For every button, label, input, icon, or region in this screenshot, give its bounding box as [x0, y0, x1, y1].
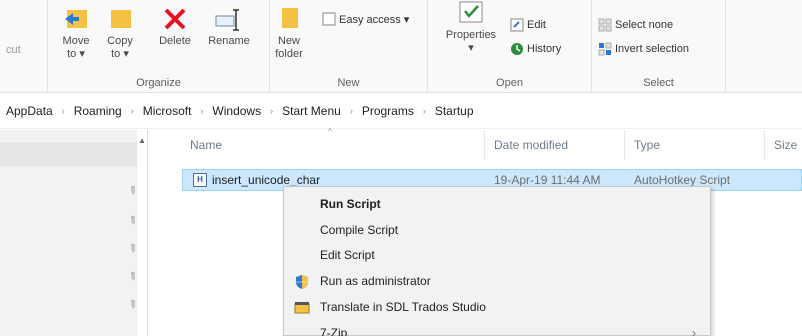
- move-to-button[interactable]: Move to ▾: [56, 6, 96, 61]
- breadcrumb-separator[interactable]: ›: [416, 106, 433, 116]
- history-icon: [510, 42, 524, 56]
- column-header-size[interactable]: Size: [774, 138, 797, 152]
- breadcrumb-programs[interactable]: Programs: [360, 104, 416, 118]
- new-folder-label: New folder: [275, 35, 303, 60]
- menu-item-run-script[interactable]: Run Script: [284, 192, 710, 217]
- move-to-label: Move to ▾: [62, 35, 90, 60]
- delete-icon: [160, 6, 190, 32]
- open-group: Properties ▾ Edit History Open: [428, 0, 592, 93]
- column-header-name[interactable]: Name: [190, 138, 222, 152]
- history-label: History: [527, 43, 562, 55]
- rename-label: Rename: [208, 35, 250, 47]
- breadcrumb-separator[interactable]: ›: [343, 106, 360, 116]
- select-none-button[interactable]: Select none: [598, 18, 673, 32]
- menu-item-run-script-label: Run Script: [320, 197, 381, 211]
- breadcrumb-separator[interactable]: ›: [124, 106, 141, 116]
- column-header-type[interactable]: Type: [634, 138, 660, 152]
- breadcrumb-start-menu[interactable]: Start Menu: [280, 104, 343, 118]
- breadcrumb-separator[interactable]: ›: [55, 106, 72, 116]
- new-group-label: New: [337, 77, 360, 89]
- properties-dropdown-arrow[interactable]: ▾: [440, 42, 502, 55]
- submenu-arrow-icon: ›: [692, 326, 696, 336]
- breadcrumb-separator[interactable]: ›: [193, 106, 210, 116]
- paste-shortcut-label[interactable]: cut: [6, 44, 21, 57]
- move-to-icon: [61, 6, 91, 32]
- uac-shield-icon: [294, 274, 310, 290]
- column-header-date-modified[interactable]: Date modified: [494, 138, 568, 152]
- column-divider[interactable]: [484, 130, 485, 160]
- new-folder-icon: [274, 6, 304, 32]
- easy-access-icon: [322, 12, 336, 26]
- easy-access-label: Easy access ▾: [339, 13, 410, 26]
- invert-selection-button[interactable]: Invert selection: [598, 42, 689, 56]
- scroll-up-icon[interactable]: ▲: [138, 136, 146, 145]
- breadcrumb-appdata[interactable]: AppData: [4, 104, 55, 118]
- file-date-modified: 19-Apr-19 11:44 AM: [494, 173, 601, 187]
- rename-icon: [214, 6, 244, 32]
- ahk-script-icon: H: [193, 173, 207, 187]
- context-menu: Run Script Compile Script Edit Script Ru…: [283, 186, 711, 336]
- open-group-label: Open: [496, 77, 523, 89]
- breadcrumb-roaming[interactable]: Roaming: [72, 104, 124, 118]
- menu-item-translate-sdl-trados[interactable]: Translate in SDL Trados Studio: [284, 295, 710, 320]
- copy-to-icon: [105, 6, 135, 32]
- properties-label: Properties: [445, 29, 497, 41]
- breadcrumb-windows[interactable]: Windows: [210, 104, 263, 118]
- select-group-label: Select: [643, 77, 674, 89]
- menu-item-run-as-administrator-label: Run as administrator: [320, 274, 431, 288]
- new-folder-button[interactable]: New folder: [272, 6, 306, 61]
- organize-group-label: Organize: [136, 77, 181, 89]
- invert-selection-icon: [598, 42, 612, 56]
- breadcrumb-separator[interactable]: ›: [263, 106, 280, 116]
- copy-to-label: Copy to ▾: [107, 35, 133, 60]
- edit-label: Edit: [527, 19, 546, 31]
- nav-scrollbar[interactable]: ▲: [137, 130, 147, 336]
- sdl-trados-icon: [294, 300, 310, 316]
- breadcrumb-microsoft[interactable]: Microsoft: [141, 104, 194, 118]
- address-bar[interactable]: AppData › Roaming › Microsoft › Windows …: [0, 93, 802, 129]
- edit-button[interactable]: Edit: [510, 18, 546, 32]
- select-group: Select none Invert selection Select: [592, 0, 726, 93]
- menu-item-edit-script-label: Edit Script: [320, 248, 375, 262]
- ribbon: cut Move to ▾ Copy to ▾ Delete Rename Or…: [0, 0, 802, 93]
- breadcrumb-startup[interactable]: Startup: [433, 104, 476, 118]
- properties-icon: [456, 0, 486, 26]
- menu-item-compile-script-label: Compile Script: [320, 223, 399, 237]
- menu-item-7zip-label: 7-Zip: [320, 326, 348, 336]
- file-name[interactable]: insert_unicode_char: [212, 173, 320, 187]
- column-divider[interactable]: [764, 130, 765, 160]
- select-none-icon: [598, 18, 612, 32]
- easy-access-button[interactable]: Easy access ▾: [322, 12, 409, 26]
- rename-button[interactable]: Rename: [200, 6, 258, 48]
- delete-label: Delete: [159, 35, 191, 47]
- new-group: New folder Easy access ▾ New: [270, 0, 428, 93]
- edit-icon: [510, 18, 524, 32]
- menu-item-run-as-administrator[interactable]: Run as administrator: [284, 269, 710, 294]
- sort-ascending-icon: ^: [328, 127, 332, 136]
- nav-selected-item[interactable]: [0, 142, 138, 166]
- navigation-pane[interactable]: ✎ ✎ ✎ ✎ ✎ ▲: [0, 130, 148, 336]
- menu-item-translate-sdl-trados-label: Translate in SDL Trados Studio: [320, 300, 486, 314]
- column-divider[interactable]: [624, 130, 625, 160]
- menu-item-edit-script[interactable]: Edit Script: [284, 243, 710, 268]
- clipboard-group: cut: [0, 0, 48, 93]
- organize-group: Move to ▾ Copy to ▾ Delete Rename Organi…: [48, 0, 270, 93]
- file-type: AutoHotkey Script: [634, 173, 731, 187]
- invert-selection-label: Invert selection: [615, 43, 689, 55]
- copy-to-button[interactable]: Copy to ▾: [102, 6, 138, 61]
- menu-item-compile-script[interactable]: Compile Script: [284, 218, 710, 243]
- select-none-label: Select none: [615, 19, 674, 31]
- history-button[interactable]: History: [510, 42, 561, 56]
- menu-item-7zip[interactable]: 7-Zip ›: [284, 321, 710, 336]
- delete-button[interactable]: Delete: [152, 6, 198, 48]
- properties-button[interactable]: Properties ▾: [440, 0, 502, 55]
